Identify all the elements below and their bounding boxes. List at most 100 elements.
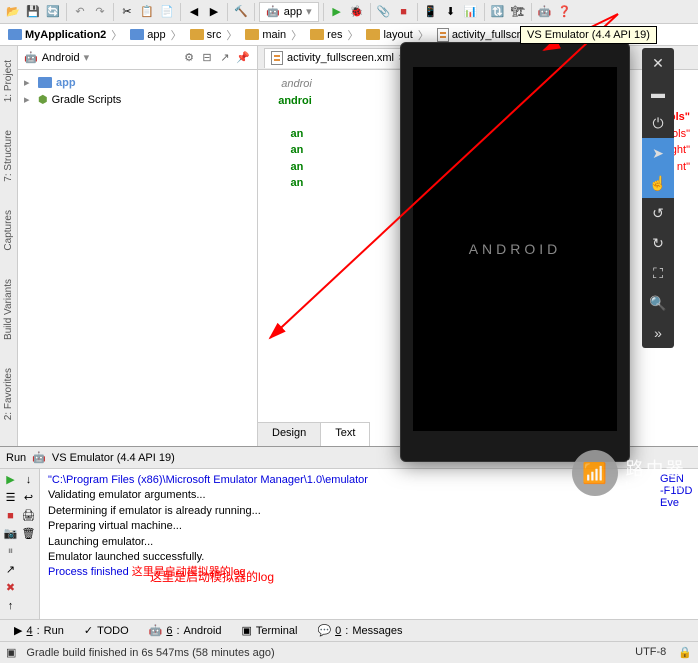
left-tool-rail: 1: Project 7: Structure Captures Build Vari… [0,46,18,446]
crumb-layout[interactable]: layout〉 [362,26,432,44]
text-tab[interactable]: Text [321,423,370,446]
undo-icon[interactable]: ↶ [71,3,89,21]
rerun-icon[interactable]: ▶ [2,471,19,488]
back-icon[interactable]: ◀ [185,3,203,21]
tree-node-app[interactable]: ▸ app [24,74,251,91]
bottom-tab-run[interactable]: ▶4: Run [6,624,72,637]
monitor-icon[interactable]: 📊 [462,3,480,21]
up-icon[interactable]: ↑ [2,597,19,614]
wrap-icon[interactable]: ↩ [20,489,37,506]
down-icon[interactable]: ↓ [20,471,37,488]
bottom-tab-todo[interactable]: ✓TODO [76,624,137,637]
run-icon[interactable]: ▶ [328,3,346,21]
project-view-selector[interactable]: 🤖 Android ▾ [24,51,89,64]
run-config-name: VS Emulator (4.4 API 19) [52,452,175,464]
zoom-icon[interactable]: 🔍 [642,288,674,318]
tree-node-gradle[interactable]: ▸ ⬢ Gradle Scripts [24,91,251,108]
stop-icon[interactable]: ■ [395,3,413,21]
status-icon: ▣ [6,646,16,659]
bottom-tab-android[interactable]: 🤖6: Android [141,624,230,637]
clear-icon[interactable]: 🗑 [20,525,37,542]
editor-tab[interactable]: activity_fullscreen.xml × [264,48,411,68]
crumb-main[interactable]: main〉 [241,26,306,44]
cut-icon[interactable]: ✂ [118,3,136,21]
xml-file-icon [437,28,449,42]
emulator-screen[interactable]: ANDROID [413,67,617,431]
bottom-tab-messages[interactable]: 💬0: Messages [309,624,410,637]
crumb-res[interactable]: res〉 [306,26,362,44]
side-tab-buildvariants[interactable]: Build Variants [1,275,16,344]
paste-icon[interactable]: 📄 [158,3,176,21]
main-toolbar: 📂 💾 🔄 ↶ ↷ ✂ 📋 📄 ◀ ▶ 🔨 🤖 app ▾ ▶ 🐞 📎 ■ 📱 … [0,0,698,24]
tab-icon: 🤖 [149,624,163,637]
touch-icon[interactable]: ☝ [642,168,674,198]
side-tab-favorites[interactable]: 2: Favorites [1,364,16,424]
bottom-tab-bar: ▶4: Run ✓TODO 🤖6: Android▣Terminal 💬0: Mess… [0,619,698,641]
help-icon[interactable]: ❓ [556,3,574,21]
crumb-label: MyApplication2 [25,29,106,41]
rotate-left-icon[interactable]: ↺ [642,198,674,228]
more-icon[interactable]: » [642,318,674,348]
settings-icon[interactable]: ⚙ [181,50,197,66]
gradle-icon: ⬢ [38,93,48,106]
stop-icon[interactable]: ■ [2,507,19,524]
filter-icon[interactable]: ☰ [2,489,19,506]
dump-icon[interactable]: 📷 [2,525,19,542]
close-icon[interactable]: ✕ [642,48,674,78]
watermark-sub: luyouqi.com [626,481,690,492]
build-icon[interactable]: 🔨 [232,3,250,21]
forward-icon[interactable]: ▶ [205,3,223,21]
bottom-tab-terminal[interactable]: ▣Terminal [233,624,305,637]
folder-icon [190,29,204,40]
avd-icon[interactable]: 📱 [422,3,440,21]
crumb-label: main [262,29,286,41]
open-icon[interactable]: 📂 [4,3,22,21]
minimize-icon[interactable]: ▬ [642,78,674,108]
folder-icon [366,29,380,40]
debug-icon[interactable]: 🐞 [348,3,366,21]
power-icon[interactable]: ⏻ [642,108,674,138]
lock-icon[interactable]: 🔒 [678,646,692,659]
pin-icon[interactable]: 📌 [235,50,251,66]
hide-icon[interactable]: ↗ [217,50,233,66]
close-icon[interactable]: ✖ [2,579,19,596]
side-tab-structure[interactable]: 7: Structure [1,126,16,186]
project-view-label: Android [42,52,80,64]
android-robot-icon[interactable]: 🤖 [536,3,554,21]
editor-tab-label: activity_fullscreen.xml [287,52,394,64]
sync-icon[interactable]: 🔃 [489,3,507,21]
crumb-label: src [207,29,222,41]
side-tab-project[interactable]: 1: Project [1,56,16,106]
folder-icon [8,29,22,40]
redo-icon[interactable]: ↷ [91,3,109,21]
save-icon[interactable]: 💾 [24,3,42,21]
android-icon: 🤖 [266,5,280,18]
crumb-MyApplication2[interactable]: MyApplication2〉 [4,26,126,44]
refresh-icon[interactable]: 🔄 [44,3,62,21]
copy-icon[interactable]: 📋 [138,3,156,21]
pause-icon[interactable]: ⏸ [2,543,19,560]
fit-icon[interactable]: ⛶ [642,258,674,288]
emulator-toolbar: ✕ ▬ ⏻ ➤ ☝ ↺ ↻ ⛶ 🔍 » [642,48,674,348]
run-console[interactable]: "C:\Program Files (x86)\Microsoft Emulat… [40,469,658,619]
sdk-icon[interactable]: ⬇ [442,3,460,21]
restore-icon[interactable]: ↗ [2,561,19,578]
attach-icon[interactable]: 📎 [375,3,393,21]
crumb-app[interactable]: app〉 [126,26,185,44]
run-config-dropdown[interactable]: 🤖 app ▾ [259,2,319,22]
emulator-window[interactable]: ANDROID [400,42,630,462]
android-icon: 🤖 [32,451,46,464]
crumb-src[interactable]: src〉 [186,26,242,44]
run-config-label: app [284,6,302,18]
rotate-right-icon[interactable]: ↻ [642,228,674,258]
pointer-icon[interactable]: ➤ [642,138,674,168]
run-label: Run [6,452,26,464]
encoding-label[interactable]: UTF-8 [635,646,666,659]
android-boot-logo: ANDROID [469,241,562,257]
structure-icon[interactable]: 🏗 [509,3,527,21]
tooltip: VS Emulator (4.4 API 19) [520,26,657,44]
collapse-icon[interactable]: ⊟ [199,50,215,66]
side-tab-captures[interactable]: Captures [1,206,16,255]
design-tab[interactable]: Design [258,423,321,446]
print-icon[interactable]: 🖨 [20,507,37,524]
